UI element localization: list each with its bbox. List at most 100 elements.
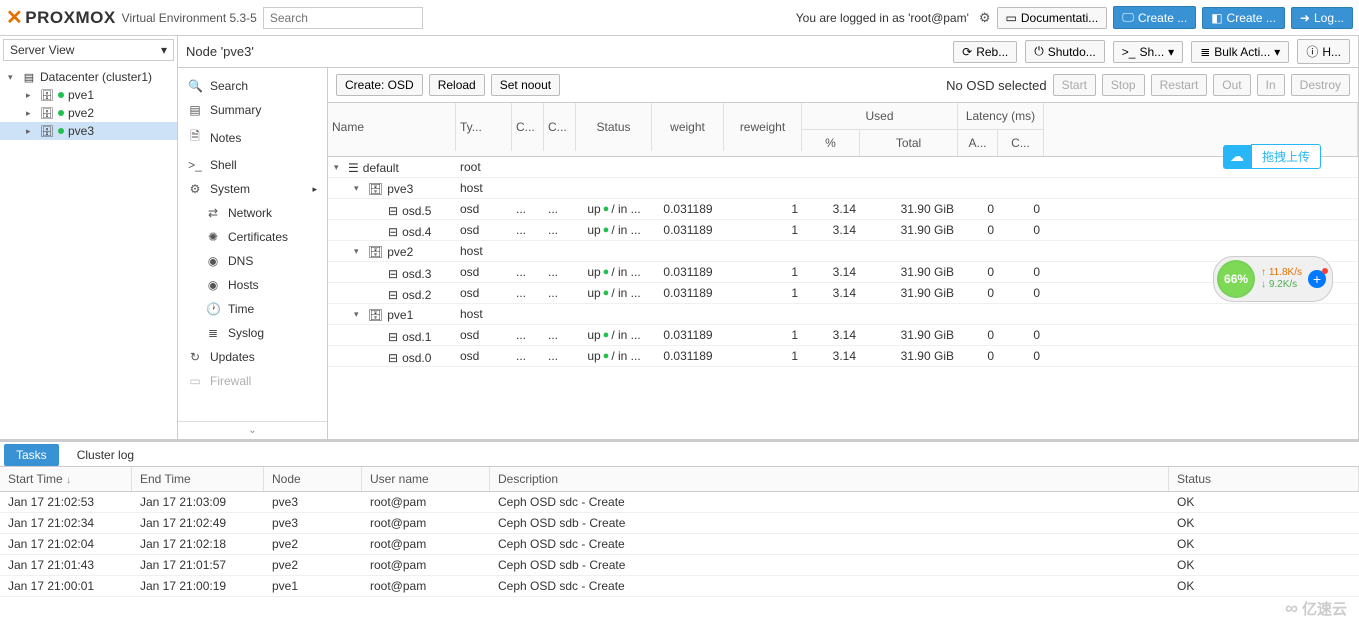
create-ct-button[interactable]: ◧Create ... — [1202, 7, 1285, 29]
toggle-icon[interactable]: ▸ — [26, 90, 36, 101]
logout-button[interactable]: ➜Log... — [1291, 7, 1353, 29]
host-icon: 🗄 — [368, 308, 383, 322]
osd-row[interactable]: ⊟ osd.2 osd ... ... up ● / in ... 0.0311… — [328, 283, 1358, 304]
col-c1[interactable]: C... — [512, 103, 544, 151]
status-dot-icon — [58, 110, 64, 116]
docs-button[interactable]: ▭Documentati... — [997, 7, 1108, 29]
submenu-shell[interactable]: >_ Shell — [178, 153, 327, 177]
version-text: Virtual Environment 5.3-5 — [122, 11, 257, 25]
log-row[interactable]: Jan 17 21:01:43 Jan 17 21:01:57 pve2 roo… — [0, 555, 1359, 576]
expand-icon[interactable]: ▾ — [354, 309, 364, 320]
log-row[interactable]: Jan 17 21:02:53 Jan 17 21:03:09 pve3 roo… — [0, 492, 1359, 513]
submenu-summary[interactable]: ▤ Summary — [178, 98, 327, 122]
submenu-network[interactable]: ⇄ Network — [178, 201, 327, 225]
submenu-label: Hosts — [228, 278, 259, 292]
chevron-down-icon: ▾ — [1274, 45, 1280, 59]
submenu-search[interactable]: 🔍 Search — [178, 74, 327, 98]
view-selector[interactable]: Server View▾ — [3, 39, 174, 61]
log-row[interactable]: Jan 17 21:00:01 Jan 17 21:00:19 pve1 roo… — [0, 576, 1359, 597]
help-button[interactable]: ⓘH... — [1297, 39, 1350, 64]
submenu-expand[interactable]: ⌄ — [178, 421, 327, 439]
collapse-icon[interactable]: ▾ — [8, 72, 18, 83]
global-search-input[interactable] — [263, 7, 423, 29]
col-cl[interactable]: C... — [998, 130, 1044, 156]
log-desc: Ceph OSD sdc - Create — [490, 492, 1169, 512]
col-used[interactable]: Used — [802, 103, 958, 130]
create-osd-button[interactable]: Create: OSD — [336, 74, 423, 96]
node-label: pve1 — [68, 88, 94, 102]
tree-datacenter[interactable]: ▾ ▤ Datacenter (cluster1) — [0, 68, 177, 86]
col-name[interactable]: Name — [328, 103, 456, 151]
time-icon: 🕐 — [206, 302, 220, 316]
expand-icon[interactable]: ▾ — [354, 183, 364, 194]
chevron-down-icon: ▾ — [1168, 45, 1174, 59]
expand-icon[interactable]: ▾ — [354, 246, 364, 257]
toggle-icon[interactable]: ▸ — [26, 108, 36, 119]
submenu-firewall[interactable]: ▭ Firewall — [178, 369, 327, 393]
log-row[interactable]: Jan 17 21:02:04 Jan 17 21:02:18 pve2 roo… — [0, 534, 1359, 555]
col-start-time[interactable]: Start Time ↓ — [0, 467, 132, 491]
osd-row[interactable]: ⊟ osd.3 osd ... ... up ● / in ... 0.0311… — [328, 262, 1358, 283]
osd-row[interactable]: ⊟ osd.1 osd ... ... up ● / in ... 0.0311… — [328, 325, 1358, 346]
logout-icon: ➜ — [1300, 11, 1310, 25]
submenu-label: Time — [228, 302, 254, 316]
col-c2[interactable]: C... — [544, 103, 576, 151]
logo-x-icon: ✕ — [6, 5, 23, 30]
bulk-actions-button[interactable]: ≣Bulk Acti... ▾ — [1191, 41, 1289, 63]
submenu-dns[interactable]: ◉ DNS — [178, 249, 327, 273]
submenu-updates[interactable]: ↻ Updates — [178, 345, 327, 369]
log-row[interactable]: Jan 17 21:02:34 Jan 17 21:02:49 pve3 roo… — [0, 513, 1359, 534]
col-status[interactable]: Status — [576, 103, 652, 151]
col-user[interactable]: User name — [362, 467, 490, 491]
shell-icon: >_ — [188, 158, 202, 172]
osd-row[interactable]: ▾🗄 pve2 host — [328, 241, 1358, 262]
log-start: Jan 17 21:01:43 — [0, 555, 132, 575]
set-noout-button[interactable]: Set noout — [491, 74, 560, 96]
dns-icon: ◉ — [206, 254, 220, 268]
col-a[interactable]: A... — [958, 130, 998, 156]
expand-icon[interactable]: ▾ — [334, 162, 344, 173]
tab-cluster-log[interactable]: Cluster log — [65, 444, 146, 466]
osd-row[interactable]: ⊟ osd.4 osd ... ... up ● / in ... 0.0311… — [328, 220, 1358, 241]
plus-icon[interactable]: + — [1308, 270, 1326, 288]
upload-widget[interactable]: ☁ 拖拽上传 — [1223, 144, 1321, 169]
toggle-icon[interactable]: ▸ — [26, 126, 36, 137]
reload-button[interactable]: Reload — [429, 74, 485, 96]
log-node: pve2 — [264, 534, 362, 554]
submenu-label: DNS — [228, 254, 253, 268]
list-icon: ≣ — [1200, 45, 1210, 59]
submenu-hosts[interactable]: ◉ Hosts — [178, 273, 327, 297]
osd-row[interactable]: ▾🗄 pve3 host — [328, 178, 1358, 199]
osd-row[interactable]: ⊟ osd.5 osd ... ... up ● / in ... 0.0311… — [328, 199, 1358, 220]
create-vm-button[interactable]: 🖵Create ... — [1113, 6, 1196, 29]
shutdown-button[interactable]: ⏻Shutdo... — [1025, 40, 1105, 63]
shell-button[interactable]: >_Sh... ▾ — [1113, 41, 1183, 63]
col-latency[interactable]: Latency (ms) — [958, 103, 1044, 130]
tree-node-pve1[interactable]: ▸ 🗄 pve1 — [0, 86, 177, 104]
col-weight[interactable]: weight — [652, 103, 724, 151]
submenu-time[interactable]: 🕐 Time — [178, 297, 327, 321]
reboot-button[interactable]: ⟳Reb... — [953, 41, 1017, 63]
disk-icon: ⊟ — [388, 267, 398, 281]
col-reweight[interactable]: reweight — [724, 103, 802, 151]
col-desc[interactable]: Description — [490, 467, 1169, 491]
infinity-icon: ∞ — [1285, 598, 1298, 619]
submenu-certificates[interactable]: ✺ Certificates — [178, 225, 327, 249]
col-pct[interactable]: % — [802, 130, 860, 156]
gear-icon[interactable]: ⚙ — [979, 10, 991, 26]
col-node[interactable]: Node — [264, 467, 362, 491]
osd-row[interactable]: ▾☰ default root — [328, 157, 1358, 178]
submenu-syslog[interactable]: ≣ Syslog — [178, 321, 327, 345]
tree-node-pve2[interactable]: ▸ 🗄 pve2 — [0, 104, 177, 122]
col-total[interactable]: Total — [860, 130, 958, 156]
osd-row[interactable]: ▾🗄 pve1 host — [328, 304, 1358, 325]
osd-row[interactable]: ⊟ osd.0 osd ... ... up ● / in ... 0.0311… — [328, 346, 1358, 367]
submenu-notes[interactable]: 🗎 Notes — [178, 122, 327, 153]
tab-tasks[interactable]: Tasks — [4, 444, 59, 466]
col-status[interactable]: Status — [1169, 467, 1359, 491]
col-type[interactable]: Ty... — [456, 103, 512, 151]
col-end-time[interactable]: End Time — [132, 467, 264, 491]
tree-node-pve3[interactable]: ▸ 🗄 pve3 — [0, 122, 177, 140]
submenu-system[interactable]: ⚙ System▸ — [178, 177, 327, 201]
speed-widget[interactable]: 66% ↑ 11.8K/s ↓ 9.2K/s + — [1213, 256, 1333, 302]
